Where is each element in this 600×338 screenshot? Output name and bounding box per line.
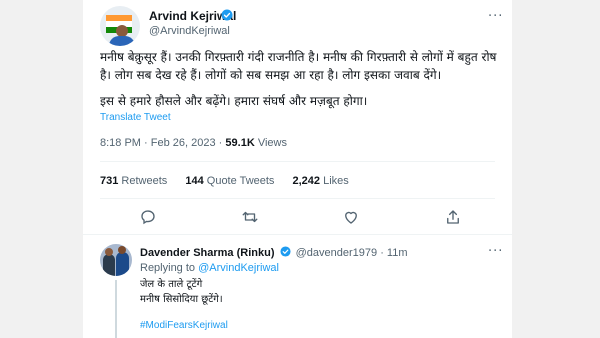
tweet-text: मनीष बेक़ुसूर हैं। उनकी गिरफ़्तारी गंदी … <box>100 48 500 118</box>
divider <box>100 198 495 199</box>
reply-line: मनीष सिसोदिया छूटेंगे। <box>140 294 223 305</box>
tweet-paragraph: इस से हमारे हौसले और बढ़ेंगे। हमारा संघर… <box>100 94 368 108</box>
tweet-card: Arvind Kejriwal @ArvindKejriwal ··· मनीष… <box>83 0 512 338</box>
hashtag-link[interactable]: #ModiFearsKejriwal <box>140 320 228 331</box>
more-options-button[interactable]: ··· <box>488 244 503 259</box>
author-handle[interactable]: @ArvindKejriwal <box>149 25 230 37</box>
reply-icon[interactable] <box>139 208 157 226</box>
mention-link[interactable]: @ArvindKejriwal <box>198 262 279 274</box>
reply-tweet[interactable]: Davender Sharma (Rinku) @davender1979 · … <box>83 236 512 338</box>
likes-stat[interactable]: 2,242 Likes <box>293 175 349 187</box>
verified-badge-icon <box>280 246 291 257</box>
views-label: Views <box>257 137 287 149</box>
views-count: 59.1K <box>225 137 255 149</box>
quotes-label: Quote Tweets <box>206 175 275 187</box>
share-icon[interactable] <box>444 208 462 226</box>
retweets-stat[interactable]: 731 Retweets <box>100 175 170 187</box>
likes-label: Likes <box>323 175 349 187</box>
avatar-person <box>103 254 115 276</box>
like-icon[interactable] <box>342 208 360 226</box>
avatar[interactable] <box>100 244 132 276</box>
replying-to-label: Replying to <box>140 262 196 274</box>
avatar-person <box>116 252 129 276</box>
reply-author-name[interactable]: Davender Sharma (Rinku) <box>140 247 274 259</box>
likes-count: 2,242 <box>292 175 321 187</box>
reply-line: जेल के ताले टूटेंगे <box>140 279 203 290</box>
tweet-paragraph: मनीष बेक़ुसूर हैं। उनकी गिरफ़्तारी गंदी … <box>100 50 497 82</box>
avatar-body <box>109 36 135 46</box>
quotes-count: 144 <box>185 175 204 187</box>
meta-separator: · <box>380 247 384 259</box>
tweet-time[interactable]: 8:18 PM <box>100 137 141 149</box>
reply-header: Davender Sharma (Rinku) @davender1979 · … <box>140 246 408 259</box>
more-options-button[interactable]: ··· <box>488 9 503 24</box>
replying-to: Replying to @ArvindKejriwal <box>140 262 279 274</box>
retweet-icon[interactable] <box>241 208 259 226</box>
verified-badge-icon <box>221 9 233 21</box>
retweets-count: 731 <box>100 175 119 187</box>
retweets-label: Retweets <box>121 175 168 187</box>
reply-author-handle[interactable]: @davender1979 <box>296 247 378 259</box>
translate-tweet-link[interactable]: Translate Tweet <box>100 112 171 123</box>
thread-line <box>115 280 117 338</box>
avatar-head <box>118 246 126 254</box>
tweet-meta: 8:18 PM · Feb 26, 2023 · 59.1K Views <box>100 137 287 149</box>
tweet-stats: 731 Retweets 144 Quote Tweets 2,242 Like… <box>100 175 364 187</box>
avatar-head <box>105 248 113 256</box>
tweet-date[interactable]: Feb 26, 2023 <box>151 137 216 149</box>
tweet-actions <box>83 208 512 228</box>
meta-separator: · <box>144 137 148 149</box>
divider <box>83 234 512 235</box>
avatar[interactable] <box>100 6 140 46</box>
reply-text: जेल के ताले टूटेंगे मनीष सिसोदिया छूटेंग… <box>140 277 223 307</box>
quotes-stat[interactable]: 144 Quote Tweets <box>185 175 277 187</box>
divider <box>100 161 495 162</box>
reply-time[interactable]: 11m <box>387 247 408 259</box>
meta-separator: · <box>218 137 223 149</box>
